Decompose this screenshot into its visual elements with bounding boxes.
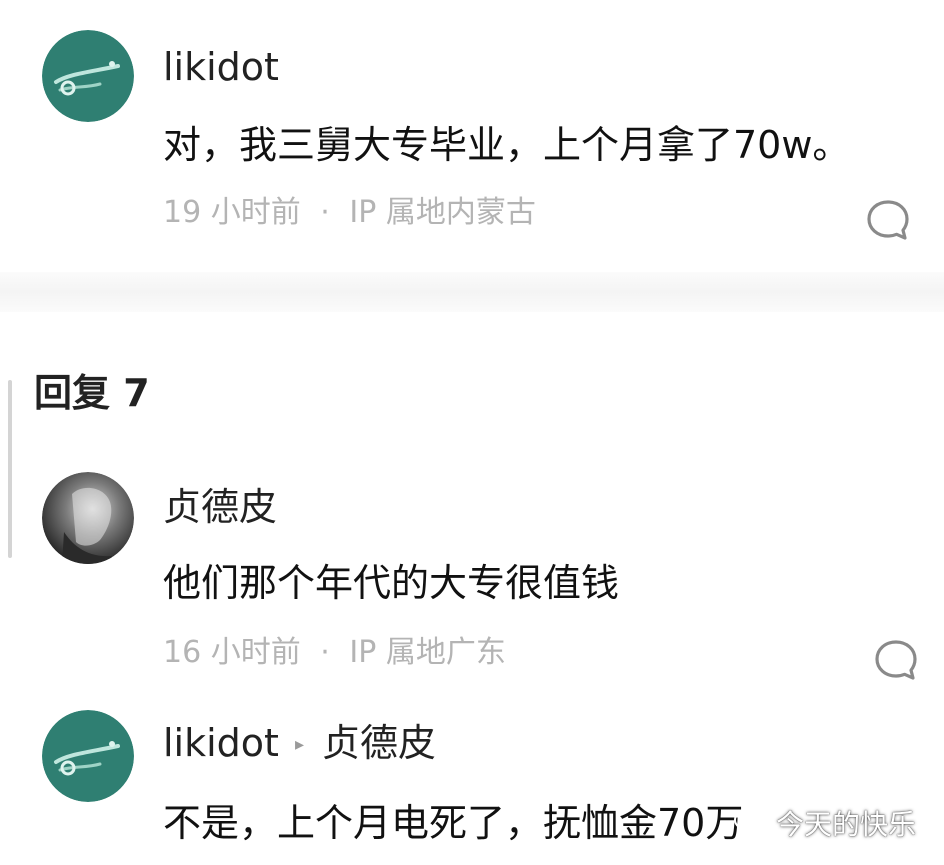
reply-to-username[interactable]: 贞德皮 — [322, 721, 436, 765]
comment-reply-icon[interactable] — [864, 196, 912, 244]
reply-meta: 16 小时前 · IP 属地广东 — [163, 638, 506, 668]
wechat-icon — [733, 809, 767, 835]
reply-username[interactable]: 贞德皮 — [163, 488, 277, 526]
reply-text: 不是，上个月电死了，抚恤金70万 — [163, 801, 744, 845]
replies-header: 回复 7 — [34, 371, 150, 415]
reply-username-line: likidot ▸ 贞德皮 — [163, 724, 436, 762]
comment-avatar[interactable] — [42, 30, 134, 122]
meta-separator: · — [320, 635, 330, 670]
reply-ip-location: IP 属地广东 — [349, 635, 506, 670]
avatar-image — [42, 30, 134, 122]
avatar-image — [42, 472, 134, 564]
comment-ip-location: IP 属地内蒙古 — [349, 195, 536, 230]
section-divider — [0, 272, 944, 312]
meta-separator: · — [320, 195, 330, 230]
reply-reply-icon[interactable] — [872, 636, 920, 684]
comment-text: 对，我三舅大专毕业，上个月拿了70w。 — [163, 123, 851, 167]
reply-to-arrow-icon: ▸ — [294, 734, 304, 755]
reply-avatar[interactable] — [42, 710, 134, 802]
comment-time: 19 小时前 — [163, 195, 301, 230]
reply-time: 16 小时前 — [163, 635, 301, 670]
avatar-image — [42, 710, 134, 802]
comment-meta: 19 小时前 · IP 属地内蒙古 — [163, 198, 536, 228]
reply-avatar[interactable] — [42, 472, 134, 564]
thread-line — [8, 380, 12, 558]
watermark: 今天的快乐 — [733, 803, 916, 843]
reply-text: 他们那个年代的大专很值钱 — [163, 561, 620, 605]
comment-username[interactable]: likidot — [163, 48, 279, 86]
reply-username[interactable]: likidot — [163, 721, 279, 765]
watermark-text: 今天的快乐 — [775, 808, 916, 841]
